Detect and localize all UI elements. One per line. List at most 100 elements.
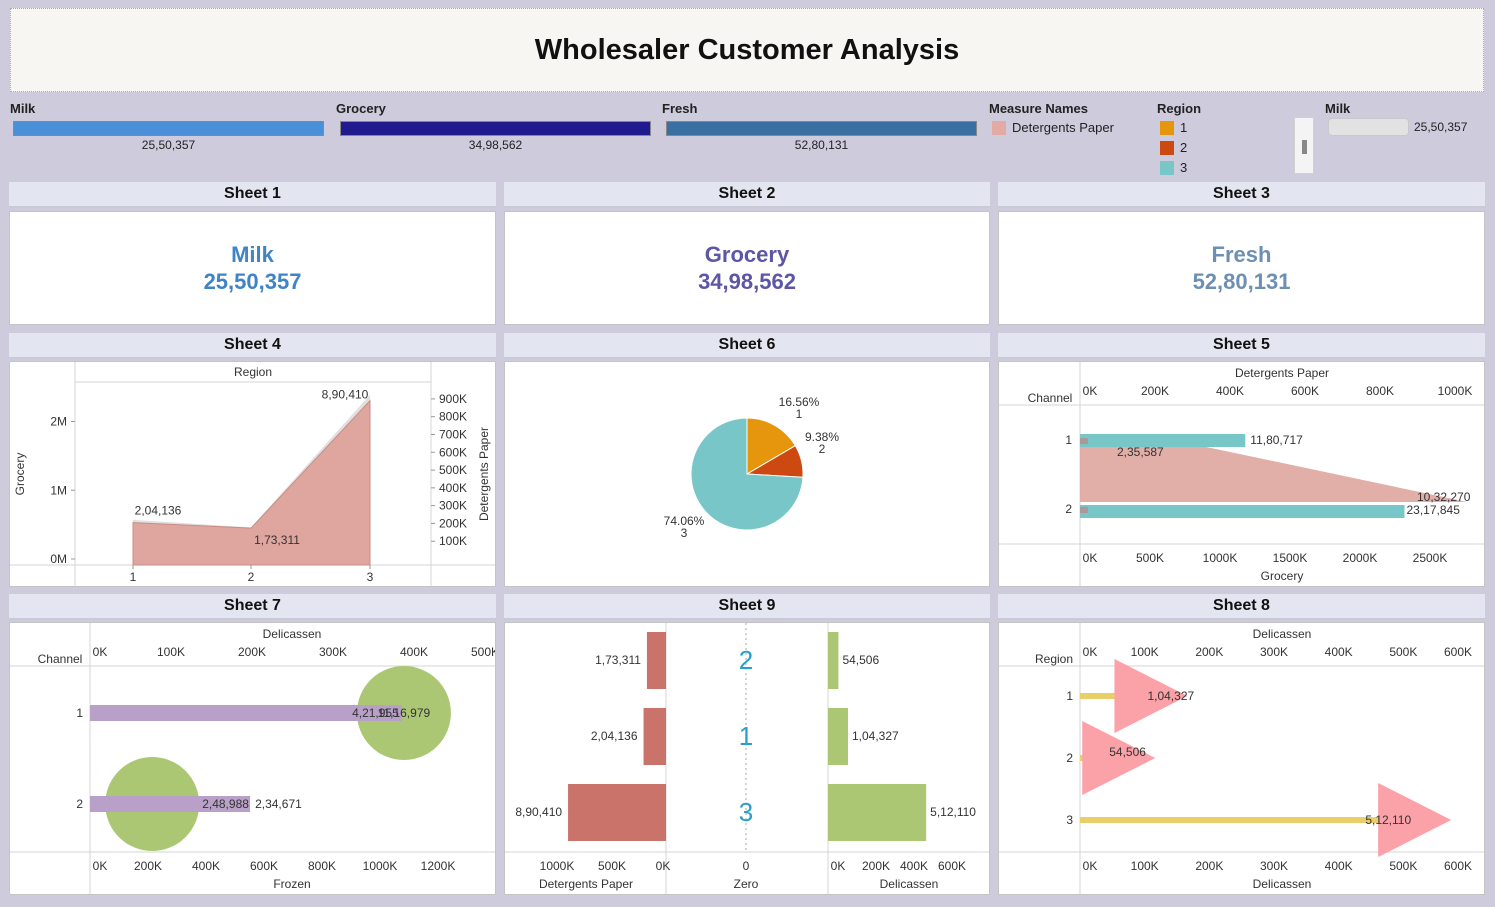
sheet6-chart-panel: 16.56% 1 9.38% 2 74.06% 3 [504, 361, 990, 587]
bottom-tick-label: 2500K [1413, 551, 1448, 565]
right-tick-label: 400K [900, 859, 928, 873]
top-tick-label: 500K [1389, 645, 1417, 659]
region-label: 2 [739, 645, 753, 675]
sheet5-bar-chart[interactable]: Detergents Paper Channel 0K 200K 400K 600K 800… [999, 362, 1484, 586]
delicassen-bar[interactable] [828, 708, 848, 765]
sheet2-header: Sheet 2 [504, 182, 990, 208]
left-tick-label: 0K [656, 859, 671, 873]
delicassen-bar[interactable] [1080, 817, 1412, 823]
bottom-axis-title: Grocery [1261, 569, 1304, 583]
delicassen-bar[interactable] [828, 632, 839, 689]
data-label: 11,80,717 [1250, 433, 1303, 447]
right-tick-label: 200K [862, 859, 890, 873]
sheet3-kpi-panel: Fresh 52,80,131 [998, 211, 1485, 325]
top-tick-label: 400K [1216, 384, 1244, 398]
sheet1-header: Sheet 1 [9, 182, 496, 208]
detergents-bar[interactable] [568, 784, 666, 841]
legend-scrollbar[interactable] [1294, 117, 1314, 174]
y2-tick-label: 400K [439, 481, 467, 495]
bottom-tick-label: 1000K [1203, 551, 1238, 565]
detergents-marker[interactable] [1080, 438, 1088, 444]
data-label: 23,17,845 [1406, 503, 1460, 517]
row-label: 2 [76, 797, 83, 811]
scrollbar-thumb[interactable] [1302, 140, 1307, 154]
pie-region-label: 1 [796, 407, 803, 421]
top-tick-label: 1000K [1438, 384, 1473, 398]
region-label: 3 [739, 797, 753, 827]
kpi-value: 25,50,357 [203, 269, 302, 294]
top-tick-label: 800K [1366, 384, 1394, 398]
slider-value-milk: 25,50,357 [1414, 120, 1468, 134]
left-tick-label: 500K [598, 859, 626, 873]
milk-range-slider[interactable] [1328, 118, 1409, 136]
legend-item-detergents[interactable]: Detergents Paper [992, 120, 1114, 135]
x-tick-label: 3 [367, 570, 374, 584]
top-tick-label: 0K [1083, 645, 1098, 659]
kpi-label: Grocery [704, 242, 790, 267]
legend-item-region-2[interactable]: 2 [1160, 140, 1187, 155]
bottom-tick-label: 500K [1389, 859, 1417, 873]
detergents-bar[interactable] [646, 632, 666, 689]
data-label: 54,506 [842, 653, 879, 667]
bottom-tick-label: 200K [134, 859, 162, 873]
kpi-label: Fresh [1211, 242, 1272, 267]
data-label: 10,32,270 [1417, 490, 1471, 504]
y-tick-label: 2M [50, 415, 67, 429]
right-axis-title: Delicassen [880, 877, 939, 891]
sheet9-butterfly-chart[interactable]: 1,73,311 54,506 2 2,04,136 1,04,327 1 8,90,410… [505, 623, 989, 894]
data-label: 54,506 [1109, 745, 1146, 759]
bottom-tick-label: 600K [250, 859, 278, 873]
region-legend-title: Region [1157, 101, 1202, 116]
top-tick-label: 400K [1325, 645, 1353, 659]
sheet6-pie-chart[interactable]: 16.56%19.38%274.06%3 [505, 362, 989, 586]
x-tick-label: 2 [248, 570, 255, 584]
grocery-bar[interactable] [1080, 505, 1405, 518]
bottom-tick-label: 800K [308, 859, 336, 873]
legend-swatch [992, 120, 1006, 135]
sheet7-bar-circle-chart[interactable]: Delicassen Channel 0K 100K 200K 300K 400K 500K 0… [10, 623, 499, 894]
pie-region-label: 2 [819, 442, 826, 456]
data-label: 8,90,410 [515, 805, 562, 819]
y2-tick-label: 800K [439, 410, 467, 424]
legend-item-region-3[interactable]: 3 [1160, 160, 1187, 175]
sheet2-kpi-panel: Grocery 34,98,562 [504, 211, 990, 325]
legend-swatch [1160, 140, 1174, 155]
y2-tick-label: 900K [439, 392, 467, 406]
row-label: 1 [76, 706, 83, 720]
dashboard-title-box: Wholesaler Customer Analysis [10, 8, 1484, 92]
sheet4-area-chart[interactable]: Region 1 2 3 0M 1M 2M 100K 200K 300K 400K 500K 600K 7… [10, 362, 495, 586]
data-label: 2,04,136 [591, 729, 638, 743]
data-label: 2,04,136 [135, 504, 182, 518]
data-label: 8,90,410 [322, 388, 369, 402]
detergents-area[interactable] [132, 399, 371, 566]
row-axis-title: Channel [38, 652, 83, 666]
y2-tick-label: 700K [439, 427, 467, 441]
filter-bar-milk[interactable] [13, 121, 324, 136]
legend-label: Detergents Paper [1012, 120, 1114, 135]
sheet8-chart-panel: Delicassen Region 0K 0K 100K 100K 200K 200K 300K… [998, 622, 1485, 895]
top-tick-label: 600K [1291, 384, 1319, 398]
row-label: 2 [1066, 751, 1073, 765]
sheet6-header: Sheet 6 [504, 333, 990, 359]
sheet9-chart-panel: 1,73,311 54,506 2 2,04,136 1,04,327 1 8,90,410… [504, 622, 990, 895]
kpi-value: 52,80,131 [1192, 269, 1291, 294]
sheet8-bar-triangle-chart[interactable]: Delicassen Region 0K 0K 100K 100K 200K 200K 300K… [999, 623, 1484, 894]
filter-bar-grocery[interactable] [340, 121, 651, 136]
data-label: 5,12,110 [930, 805, 976, 819]
top-tick-label: 100K [157, 645, 185, 659]
delicassen-bar[interactable] [828, 784, 927, 841]
detergents-bar[interactable] [643, 708, 666, 765]
top-axis-title: Detergents Paper [1235, 366, 1329, 380]
data-label: 1,73,311 [595, 653, 641, 667]
top-tick-label: 400K [400, 645, 428, 659]
y2-tick-label: 100K [439, 534, 467, 548]
legend-item-region-1[interactable]: 1 [1160, 120, 1187, 135]
row-label: 2 [1065, 502, 1072, 516]
filter-bar-fresh[interactable] [666, 121, 977, 136]
data-label: 2,34,671 [255, 797, 302, 811]
dashboard-title: Wholesaler Customer Analysis [534, 33, 960, 66]
pie-region-label: 3 [681, 526, 688, 540]
top-tick-label: 300K [1260, 645, 1288, 659]
detergents-marker[interactable] [1080, 507, 1088, 513]
sheet3-header: Sheet 3 [998, 182, 1485, 208]
